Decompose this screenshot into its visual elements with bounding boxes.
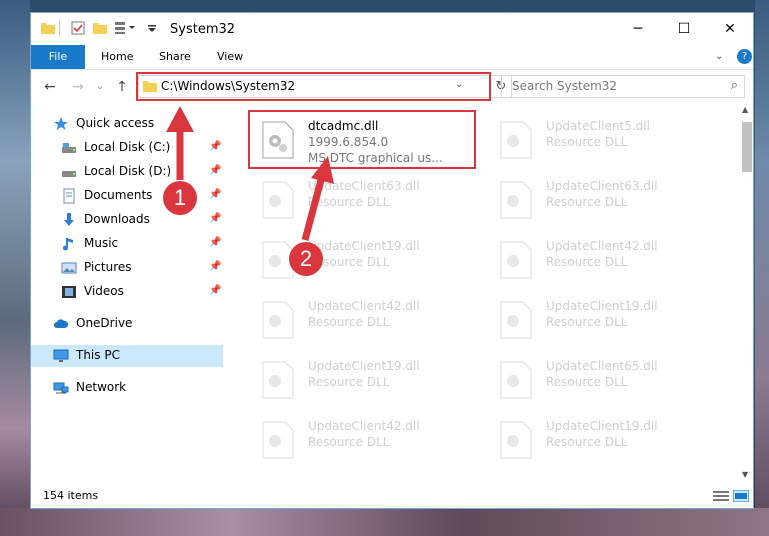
- callout-step-2: 2: [289, 242, 323, 276]
- callout-step-1: 1: [163, 181, 197, 215]
- annotation-arrows: [166, 106, 334, 241]
